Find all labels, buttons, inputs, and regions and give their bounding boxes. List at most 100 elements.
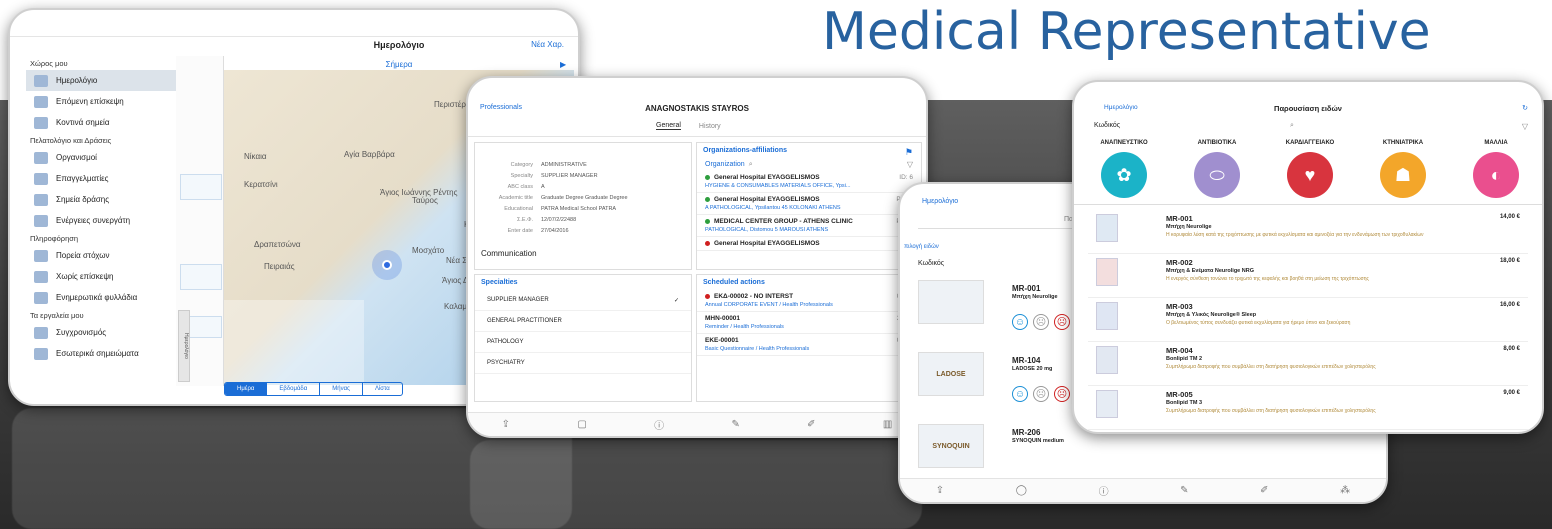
category-tile[interactable]: ΚΤΗΝΙΑΤΡΙΚΑ ☗ [1363,140,1443,198]
detail-row: Educational PATRA Medical School PATRA [475,203,691,214]
refresh-icon[interactable]: ↻ [1522,104,1528,112]
showcase-stage: Medical Representative Ημερολόγιο Νέα Χα… [0,0,1552,529]
filter-icon[interactable]: ▽ [907,160,913,169]
segment-2[interactable]: Εβδομάδα [266,383,319,395]
sidebar-item-label: Ημερολόγιο [56,76,98,85]
neutral-face-icon[interactable]: ☹ [1033,314,1049,330]
map-place-label: Κερατσίνι [244,180,278,189]
product-row[interactable]: MR-003 Μπήχη & Υλικός Neurolige® Sleep Ο β… [1088,296,1528,342]
detail-key: ABC class [507,183,533,190]
specialty-row[interactable]: GENERAL PRACTITIONER [475,311,691,332]
neutral-face-icon[interactable]: ☹ [1033,386,1049,402]
segment-1[interactable]: Ημέρα [225,383,267,395]
organization-row[interactable]: MEDICAL CENTER GROUP - ATHENS CLINICPl. … [697,215,921,237]
sidebar-item-label: Οργανισμοί [56,153,97,162]
sidebar-item[interactable]: Πορεία στόχων [26,245,176,266]
grid-icon[interactable]: ⁂ [1340,485,1350,496]
sidebar-item[interactable]: Επόμενη επίσκεψη [26,91,176,112]
segment-4[interactable]: Λίστα [361,383,402,395]
attachment-icon[interactable]: ✐ [807,419,815,430]
happy-face-icon[interactable]: ☺ [1012,386,1028,402]
product-code: MR-001 [1012,284,1041,293]
trash-icon[interactable]: ▥ [883,419,892,430]
product-thumbnail [1096,258,1118,286]
specialty-row[interactable]: SUPPLIER MANAGER ✓ [475,290,691,311]
attachment-icon[interactable]: ✐ [1260,485,1268,496]
sidebar-group-label: Τα εργαλεία μου [30,311,84,320]
segment-3[interactable]: Μήνας [319,383,362,395]
info-icon[interactable]: ⓘ [654,417,664,432]
scheduled-action-line: EKE-0000101/12 [705,337,913,344]
organization-name-line: General Hospital EYAGGELISMOS ID: 6 [705,174,913,181]
product-description: Η κορυφαία λύση κατά της τριχόπτωσης με … [1166,232,1424,238]
sidebar-item[interactable]: Χωρίς επίσκεψη [26,266,176,287]
sad-face-icon[interactable]: ☹ [1054,314,1070,330]
sidebar-group-label: Χώρος μου [30,59,68,68]
sidebar-item[interactable]: Εσωτερικά σημειώματα [26,343,176,364]
happy-face-icon[interactable]: ☺ [1012,314,1028,330]
category-tile[interactable]: ΜΑΛΛΙΑ ◐ [1456,140,1536,198]
product-thumbnail [1096,214,1118,242]
share-icon[interactable]: ⇪ [502,419,510,430]
sidebar-item[interactable]: Κοντινά σημεία [26,112,176,133]
feedback-faces: ☺ ☹ ☹ [1012,314,1070,330]
sidebar-item[interactable]: Οργανισμοί [26,147,176,168]
back-calendar-button[interactable]: Ημερολόγιο [922,198,958,205]
play-icon[interactable]: ▶ [560,60,566,69]
tablet2-toolbar: ⇪ ▢ ⓘ ✎ ✐ ▥ [468,412,926,436]
status-dot-icon [705,219,710,224]
filter-icon[interactable]: ▽ [1522,122,1528,131]
organization-row[interactable]: General Hospital EYAGGELISMOS ID: 6 HYGIEN… [697,171,921,193]
info-icon[interactable]: ⓘ [1099,483,1109,498]
product-price: 9,00 € [1503,390,1520,396]
communication-label: Communication [481,249,537,258]
product-price: 18,00 € [1499,258,1520,264]
chart-icon [34,249,48,262]
product-row[interactable]: MR-005 Bonlipid TM 3 Συμπλήρωμα διατροφής … [1088,384,1528,430]
product-row[interactable]: MR-001 Μπήχη Neurolige Η κορυφαία λύση κατ… [1088,208,1528,254]
category-tile[interactable]: ΑΝΑΠΝΕΥΣΤΙΚΟ ✿ [1084,140,1164,198]
specialty-row[interactable]: PSYCHIATRY [475,353,691,374]
page-icon[interactable]: ▢ [577,419,586,430]
search-icon[interactable]: ⌕ [749,161,753,169]
category-tile[interactable]: ΚΑΡΔΙΑΓΓΕΙΑΚΟ ♥ [1270,140,1350,198]
location-icon [34,193,48,206]
calendar-side-tab[interactable]: Ημερολόγιο [178,310,190,382]
sidebar-item[interactable]: Επαγγελματίες [26,168,176,189]
flag-icon[interactable]: ⚑ [905,147,913,158]
share-icon[interactable]: ⇪ [936,485,944,496]
detail-value: 27/04/2016 [541,227,569,234]
scheduled-action-row[interactable]: EKE-0000101/12 Basic Questionnaire / Heal… [697,334,921,356]
chat-icon[interactable]: ◯ [1016,485,1027,496]
category-tile[interactable]: ΑΝΤΙΒΙΟΤΙΚΑ ⬭ [1177,140,1257,198]
sidebar-item[interactable]: Συγχρονισμός [26,322,176,343]
scheduled-action-row[interactable]: MHN-0000131/12 Reminder / Health Professi… [697,312,921,334]
scheduled-action-row[interactable]: ΕΚΔ-00002 - NO INTERST01/12 Annual CORPOR… [697,290,921,312]
sidebar-item[interactable]: Ημερολόγιο [26,70,176,91]
search-icon[interactable]: ⌕ [1290,122,1294,130]
today-button[interactable]: Σήμερα [224,60,574,69]
sad-face-icon[interactable]: ☹ [1054,386,1070,402]
tab-history[interactable]: History [699,123,721,130]
sidebar: Χώρος μου Ημερολόγιο Επόμενη επίσκεψη Κοντι… [26,56,176,394]
sidebar-item[interactable]: Σημεία δράσης [26,189,176,210]
presentation-title: Παρουσίαση ειδών [1274,104,1342,113]
organization-row[interactable]: General Hospital EYAGGELISMOS [697,237,921,251]
product-row[interactable]: MR-002 Μπήχη & Ενέματα Neurolige NRG Η ενε… [1088,252,1528,298]
specialty-row[interactable]: PATHOLOGY [475,332,691,353]
edit-icon[interactable]: ✎ [1180,485,1188,496]
detail-value: 12/07/2/22488 [541,216,577,223]
sidebar-item[interactable]: Ενημερωτικά φυλλάδια [26,287,176,308]
product-row[interactable]: MR-004 Bonlipid TM 2 Συμπλήρωμα διατροφής … [1088,340,1528,386]
detail-key: Category [510,161,533,168]
detail-value: ADMINISTRATIVE [541,161,587,168]
edit-icon[interactable]: ✎ [731,419,739,430]
category-label: ΑΝΑΠΝΕΥΣΤΙΚΟ [1100,140,1148,146]
new-appointment-button[interactable]: Νέα Χαρ. [531,40,564,49]
organization-row[interactable]: General Hospital EYAGGELISMOSPl. 00 A PAT… [697,193,921,215]
sidebar-item[interactable]: Ενέργειες συνεργάτη [26,210,176,231]
sidebar-item-label: Χωρίς επίσκεψη [56,272,114,281]
sidebar-item-label: Σημεία δράσης [56,195,110,204]
detail-value: PATRA Medical School PATRA [541,205,617,212]
tab-general[interactable]: General [656,122,681,130]
